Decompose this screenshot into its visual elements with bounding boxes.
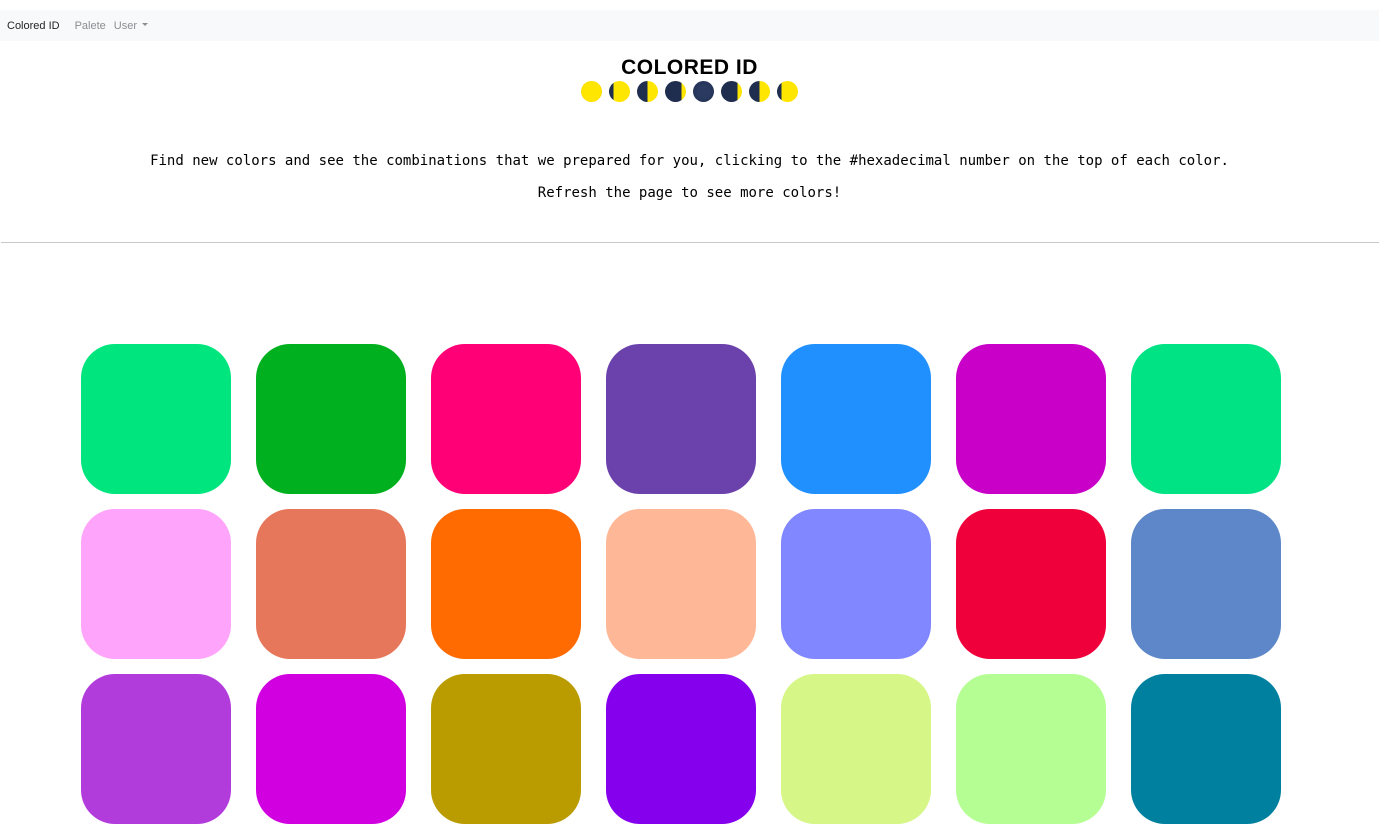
color-swatch[interactable] <box>256 344 406 494</box>
nav-dropdown-user-label: User <box>113 19 138 32</box>
color-swatch[interactable] <box>781 344 931 494</box>
color-swatch[interactable] <box>81 509 231 659</box>
full-moon-icon <box>581 81 602 102</box>
color-swatch[interactable] <box>431 344 581 494</box>
waxing-crescent-moon-icon <box>721 81 742 102</box>
first-quarter-moon-icon <box>749 81 770 102</box>
intro-line-1: Find new colors and see the combinations… <box>150 153 1229 169</box>
color-swatch[interactable] <box>781 509 931 659</box>
color-swatch[interactable] <box>606 509 756 659</box>
waning-gibbous-moon-icon <box>609 81 630 102</box>
navbar-brand[interactable]: Colored ID <box>7 20 60 32</box>
color-swatch[interactable] <box>431 509 581 659</box>
color-swatch[interactable] <box>956 674 1106 824</box>
new-moon-icon <box>693 81 714 102</box>
color-swatch[interactable] <box>956 344 1106 494</box>
navbar: Colored ID Palete User <box>0 10 1379 41</box>
page-header: COLORED ID <box>0 55 1379 102</box>
last-quarter-moon-icon <box>637 81 658 102</box>
color-swatch[interactable] <box>431 674 581 824</box>
color-swatch[interactable] <box>1131 344 1281 494</box>
color-swatch[interactable] <box>1131 674 1281 824</box>
page-title: COLORED ID <box>621 56 758 79</box>
color-swatch-grid <box>81 344 1281 824</box>
color-swatch[interactable] <box>1131 509 1281 659</box>
color-swatch[interactable] <box>606 344 756 494</box>
color-swatch[interactable] <box>956 509 1106 659</box>
color-swatch[interactable] <box>81 674 231 824</box>
color-swatch[interactable] <box>606 674 756 824</box>
waxing-gibbous-moon-icon <box>777 81 798 102</box>
moon-phase-row <box>0 81 1379 102</box>
section-divider <box>1 242 1379 243</box>
waning-crescent-moon-icon <box>665 81 686 102</box>
color-swatch[interactable] <box>256 509 406 659</box>
intro-text: Find new colors and see the combinations… <box>0 150 1379 204</box>
color-swatch[interactable] <box>256 674 406 824</box>
nav-dropdown-user[interactable]: User <box>113 19 149 32</box>
caret-down-icon <box>142 23 149 27</box>
intro-line-2: Refresh the page to see more colors! <box>537 185 842 201</box>
nav-link-palete[interactable]: Palete <box>75 20 106 32</box>
color-swatch[interactable] <box>81 344 231 494</box>
color-swatch[interactable] <box>781 674 931 824</box>
